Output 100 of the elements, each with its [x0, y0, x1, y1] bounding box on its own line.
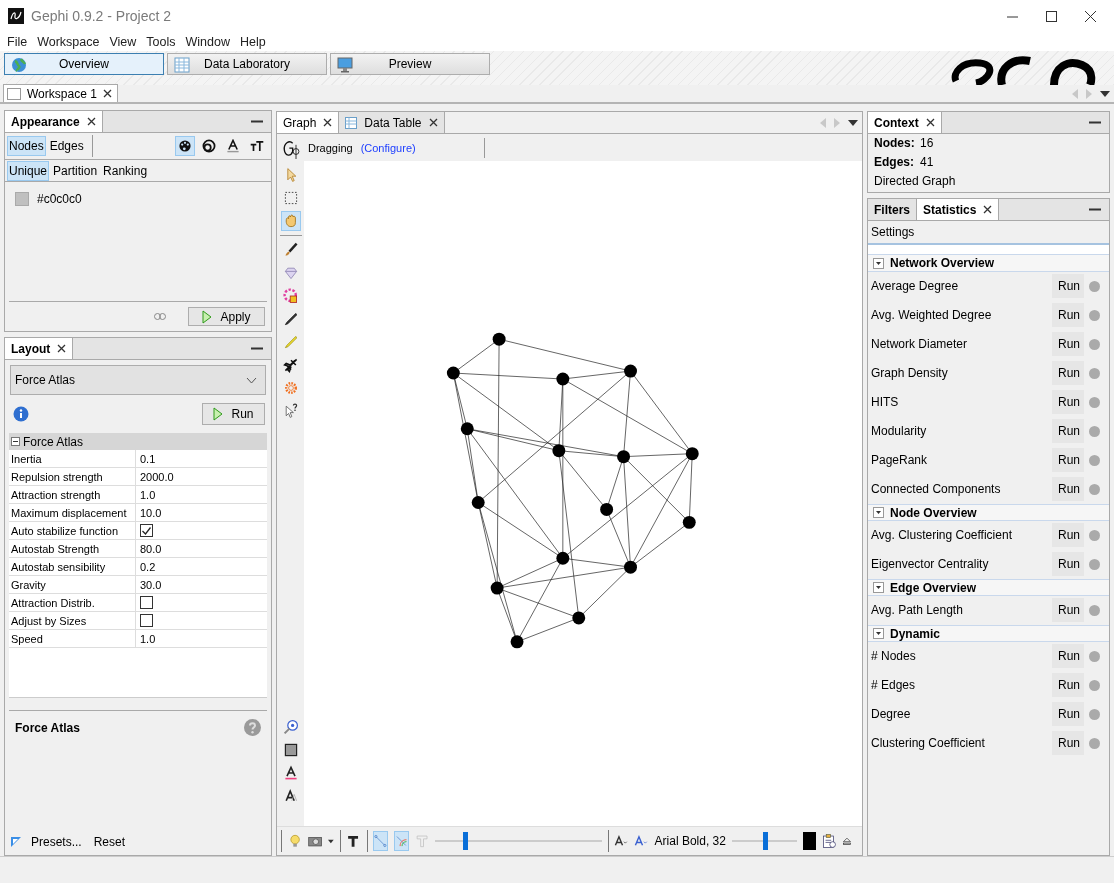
property-value[interactable]: 1.0 [136, 632, 156, 645]
panel-tab[interactable]: Appearance [5, 111, 103, 132]
property-value[interactable]: 30.0 [136, 578, 162, 591]
run-button[interactable]: Run [1052, 702, 1084, 726]
run-button[interactable]: Run [1052, 644, 1084, 668]
run-button[interactable]: Run [1052, 332, 1084, 356]
run-button[interactable]: Run [1052, 390, 1084, 414]
settings-label[interactable]: Settings [871, 225, 915, 239]
close-icon[interactable] [86, 117, 96, 126]
checkbox[interactable] [140, 614, 153, 627]
dropdown-icon[interactable] [848, 119, 858, 126]
menu-item[interactable]: Workspace [32, 34, 105, 49]
label-color-swatch[interactable] [803, 832, 816, 850]
minimize-icon[interactable] [1089, 121, 1101, 124]
presets-link[interactable]: Presets... [29, 835, 84, 849]
clipboard-icon[interactable] [821, 831, 837, 851]
run-button[interactable]: Run [1052, 598, 1084, 622]
slider-thumb[interactable] [762, 832, 768, 850]
perspective-button[interactable]: Overview [4, 53, 164, 75]
close-icon[interactable] [1085, 10, 1096, 22]
run-button[interactable]: Run [1052, 523, 1084, 547]
graph-node[interactable] [556, 372, 570, 386]
panel-tab[interactable]: Graph [277, 112, 340, 133]
graph-node[interactable] [617, 450, 631, 464]
graph-node[interactable] [471, 496, 485, 509]
configure-link[interactable]: (Configure) [360, 141, 416, 154]
minimize-icon[interactable] [251, 120, 263, 123]
collapse-icon[interactable] [873, 507, 884, 518]
panel-tab[interactable]: Layout [5, 338, 74, 359]
close-icon[interactable] [102, 89, 112, 98]
perspective-button[interactable]: Data Laboratory [167, 53, 327, 75]
checkbox[interactable] [140, 596, 153, 609]
maximize-icon[interactable] [1046, 10, 1057, 22]
mode-tab[interactable]: Unique [7, 160, 50, 181]
graph-node[interactable] [600, 502, 614, 516]
menu-item[interactable]: Help [235, 34, 271, 49]
run-button[interactable]: Run [1052, 361, 1084, 385]
property-value[interactable]: 2000.0 [136, 470, 174, 483]
close-icon[interactable] [925, 118, 935, 127]
close-icon[interactable] [983, 205, 993, 214]
hand-icon[interactable] [280, 211, 301, 231]
mode-tab[interactable]: Partition [51, 160, 100, 181]
panel-tab[interactable]: Context [868, 112, 942, 133]
color-swatch[interactable] [15, 192, 29, 206]
graph-node[interactable] [460, 422, 474, 436]
minimize-icon[interactable] [1089, 208, 1101, 211]
algorithm-dropdown[interactable]: Force Atlas [10, 365, 266, 395]
close-icon[interactable] [428, 118, 438, 127]
graph-node[interactable] [624, 364, 637, 378]
graph-node[interactable] [490, 581, 504, 595]
panel-tab[interactable]: Statistics [917, 199, 1000, 220]
graph-node[interactable] [685, 447, 699, 461]
collapse-icon[interactable] [873, 582, 884, 593]
dropdown-icon[interactable] [1100, 90, 1110, 97]
run-button[interactable]: Run [1052, 731, 1084, 755]
graph-node[interactable] [624, 560, 637, 574]
element-tab[interactable]: Edges [47, 136, 86, 156]
graph-node[interactable] [446, 366, 460, 380]
graph-node[interactable] [682, 515, 696, 529]
color-icon[interactable] [175, 136, 195, 156]
run-button[interactable]: Run [1052, 274, 1084, 298]
run-button[interactable]: Run [1052, 448, 1084, 472]
property-value[interactable]: 1.0 [136, 488, 156, 501]
run-button[interactable]: Run [1052, 303, 1084, 327]
workspace-tab[interactable]: Workspace 1 [3, 84, 118, 102]
minimize-icon[interactable] [251, 347, 263, 350]
perspective-button[interactable]: Preview [330, 53, 490, 75]
element-tab[interactable]: Nodes [7, 136, 46, 156]
collapse-icon[interactable] [11, 437, 20, 446]
run-button[interactable]: Run [202, 403, 265, 425]
property-value[interactable]: 0.2 [136, 560, 156, 573]
caret-icon[interactable] [328, 838, 334, 844]
graph-node[interactable] [552, 444, 566, 458]
graph-node[interactable] [572, 611, 586, 625]
run-button[interactable]: Run [1052, 552, 1084, 576]
run-button[interactable]: Run [1052, 477, 1084, 501]
reset-link[interactable]: Reset [91, 835, 128, 849]
graph-node[interactable] [492, 332, 506, 346]
mode-tab[interactable]: Ranking [101, 160, 150, 181]
graph-node[interactable] [510, 635, 524, 649]
menu-item[interactable]: View [104, 34, 142, 49]
run-button[interactable]: Run [1052, 419, 1084, 443]
run-button[interactable]: Run [1052, 673, 1084, 697]
menu-item[interactable]: Window [180, 34, 235, 49]
panel-tab[interactable]: Data Table [339, 112, 445, 133]
checkbox[interactable] [140, 524, 153, 537]
menu-item[interactable]: Tools [141, 34, 181, 49]
slider-thumb[interactable] [462, 832, 468, 850]
property-value[interactable]: 10.0 [136, 506, 162, 519]
apply-button[interactable]: Apply [188, 307, 265, 326]
collapse-icon[interactable] [873, 628, 884, 639]
menu-item[interactable]: File [2, 34, 33, 49]
collapse-icon[interactable] [873, 257, 884, 269]
property-value[interactable]: 80.0 [136, 542, 162, 555]
graph-node[interactable] [556, 551, 570, 565]
close-icon[interactable] [57, 344, 67, 353]
info-icon[interactable] [13, 406, 29, 422]
edge-color-icon[interactable] [394, 831, 409, 851]
property-value[interactable]: 0.1 [136, 452, 156, 465]
close-icon[interactable] [323, 118, 333, 127]
